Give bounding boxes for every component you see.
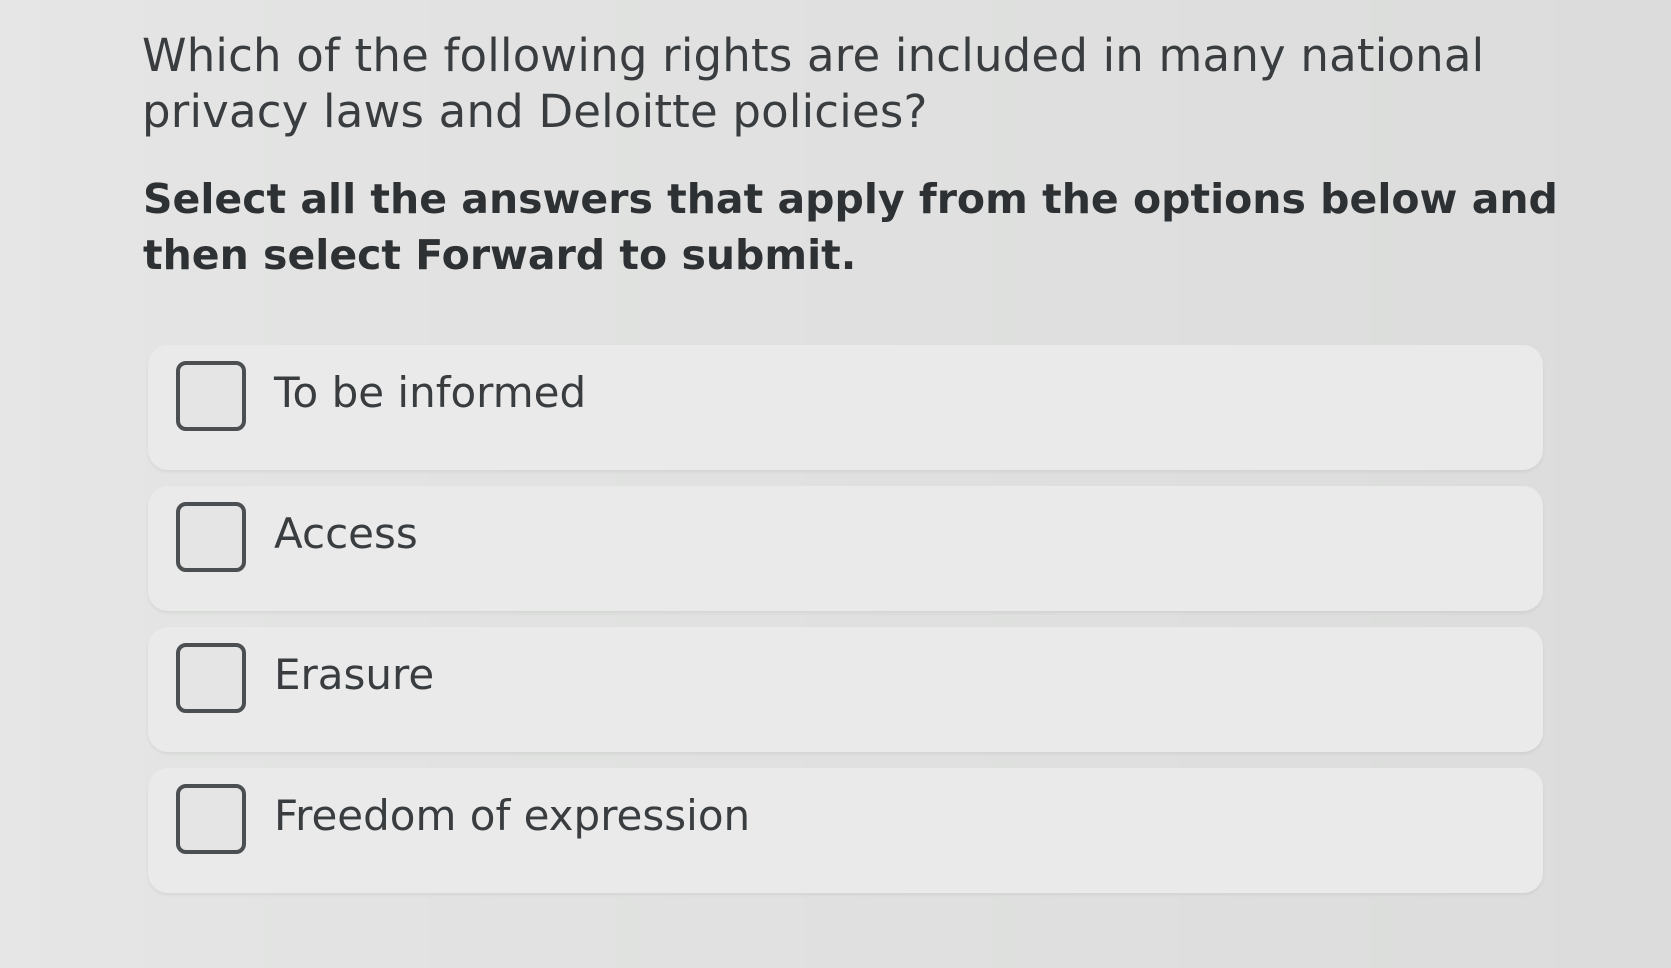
instruction-text: Select all the answers that apply from t… (143, 175, 1558, 279)
checkbox-access[interactable] (176, 502, 246, 572)
checkbox-erasure[interactable] (176, 643, 246, 713)
option-label: To be informed (274, 368, 587, 417)
option-label: Access (274, 509, 418, 558)
option-label: Erasure (274, 650, 435, 699)
answer-option-to-be-informed[interactable]: To be informed (148, 345, 1543, 470)
answer-option-freedom-of-expression[interactable]: Freedom of expression (148, 768, 1543, 893)
answer-option-erasure[interactable]: Erasure (148, 627, 1543, 752)
checkbox-freedom-of-expression[interactable] (176, 784, 246, 854)
quiz-screen: Which of the following rights are includ… (0, 0, 1671, 968)
answer-options: To be informed Access Erasure Freedom of… (148, 345, 1543, 909)
option-label: Freedom of expression (274, 791, 751, 840)
question-text: Which of the following rights are includ… (142, 29, 1485, 138)
checkbox-to-be-informed[interactable] (176, 361, 246, 431)
answer-option-access[interactable]: Access (148, 486, 1543, 611)
